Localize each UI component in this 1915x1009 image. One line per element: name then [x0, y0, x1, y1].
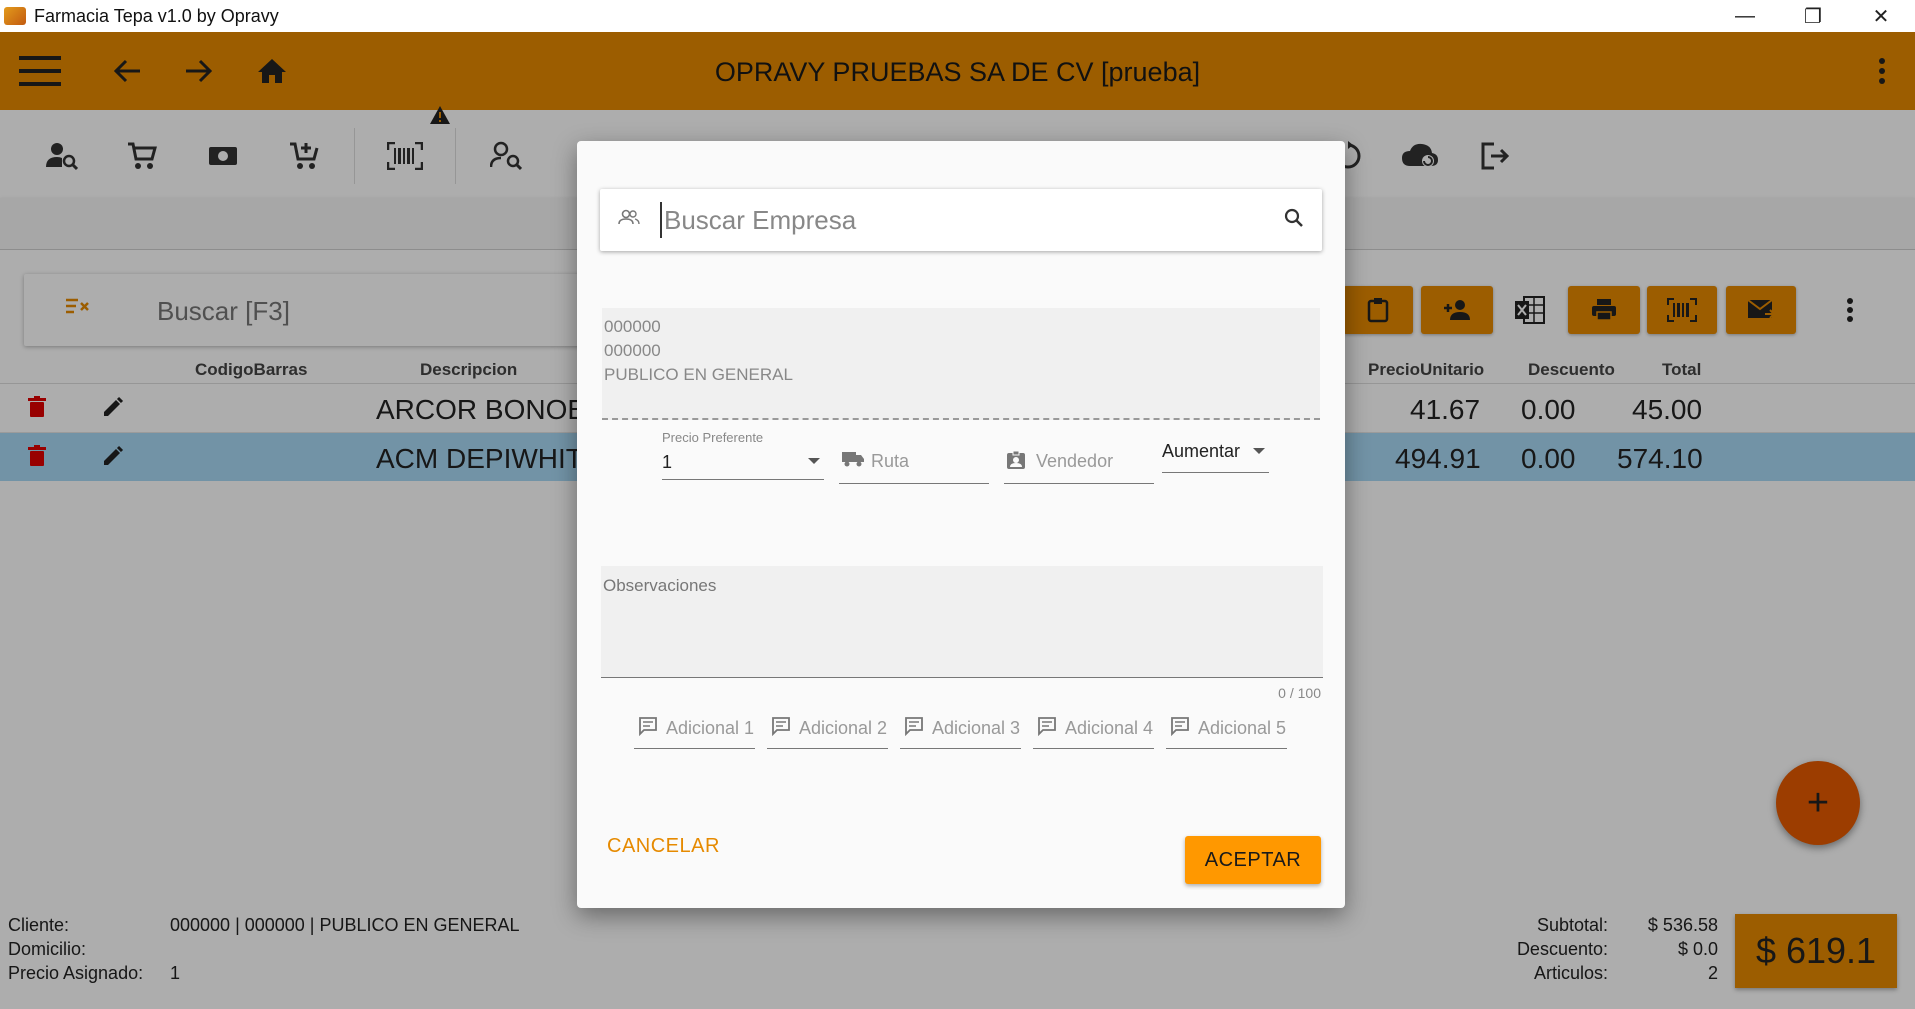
- precio-preferente-label: Precio Preferente: [662, 430, 764, 445]
- ruta-field[interactable]: Ruta: [839, 444, 989, 484]
- empresa-dialog: 000000 000000 PUBLICO EN GENERAL Precio …: [577, 141, 1345, 908]
- comment-icon: [771, 716, 791, 741]
- accept-button[interactable]: ACEPTAR: [1185, 836, 1321, 884]
- comment-icon: [638, 716, 658, 741]
- vendedor-field[interactable]: Vendedor: [1004, 444, 1154, 484]
- chevron-down-icon: [808, 458, 820, 464]
- adicional-4-placeholder: Adicional 4: [1065, 718, 1154, 738]
- adicional-3-placeholder: Adicional 3: [932, 718, 1021, 738]
- restore-button[interactable]: ❐: [1779, 0, 1847, 32]
- chevron-down-icon: [1253, 448, 1265, 454]
- adicional-2-placeholder: Adicional 2: [799, 718, 888, 738]
- window-title: Farmacia Tepa v1.0 by Opravy: [34, 5, 279, 26]
- empresa-search-box: [600, 189, 1322, 251]
- adicional-2-field[interactable]: Adicional 2: [767, 711, 888, 749]
- cancel-button[interactable]: CANCELAR: [607, 835, 720, 858]
- adicional-3-field[interactable]: Adicional 3: [900, 711, 1021, 749]
- client-rfc: 000000: [604, 341, 661, 360]
- precio-preferente-select[interactable]: Precio Preferente 1: [662, 430, 824, 480]
- people-icon: [618, 209, 640, 230]
- close-window-button[interactable]: ✕: [1847, 0, 1915, 32]
- selected-client-box[interactable]: 000000 000000 PUBLICO EN GENERAL: [602, 308, 1320, 420]
- adicional-5-field[interactable]: Adicional 5: [1166, 711, 1287, 749]
- client-code: 000000: [604, 317, 661, 336]
- minimize-button[interactable]: —: [1711, 0, 1779, 32]
- adicional-5-placeholder: Adicional 5: [1198, 718, 1287, 738]
- comment-icon: [1170, 716, 1190, 741]
- comment-icon: [904, 716, 924, 741]
- adicional-1-field[interactable]: Adicional 1: [634, 711, 755, 749]
- observaciones-label: Observaciones: [603, 576, 717, 595]
- truck-icon: [841, 450, 865, 473]
- adicional-1-placeholder: Adicional 1: [666, 718, 755, 738]
- comment-icon: [1037, 716, 1057, 741]
- ruta-placeholder: Ruta: [871, 451, 910, 471]
- precio-preferente-value: 1: [662, 452, 673, 472]
- app-logo-icon: [4, 7, 26, 25]
- vendedor-placeholder: Vendedor: [1036, 451, 1114, 471]
- badge-icon: [1006, 450, 1026, 475]
- client-name: PUBLICO EN GENERAL: [604, 365, 793, 384]
- window-titlebar: Farmacia Tepa v1.0 by Opravy — ❐ ✕: [0, 0, 1915, 32]
- aumentar-value: Aumentar: [1162, 441, 1241, 461]
- aumentar-select[interactable]: Aumentar: [1162, 439, 1269, 473]
- observaciones-counter: 0 / 100: [1278, 685, 1321, 701]
- search-icon[interactable]: [1284, 208, 1304, 233]
- window-controls: — ❐ ✕: [1711, 0, 1915, 32]
- adicional-4-field[interactable]: Adicional 4: [1033, 711, 1154, 749]
- observaciones-textarea[interactable]: Observaciones: [601, 566, 1323, 678]
- empresa-search-input[interactable]: [660, 202, 1260, 238]
